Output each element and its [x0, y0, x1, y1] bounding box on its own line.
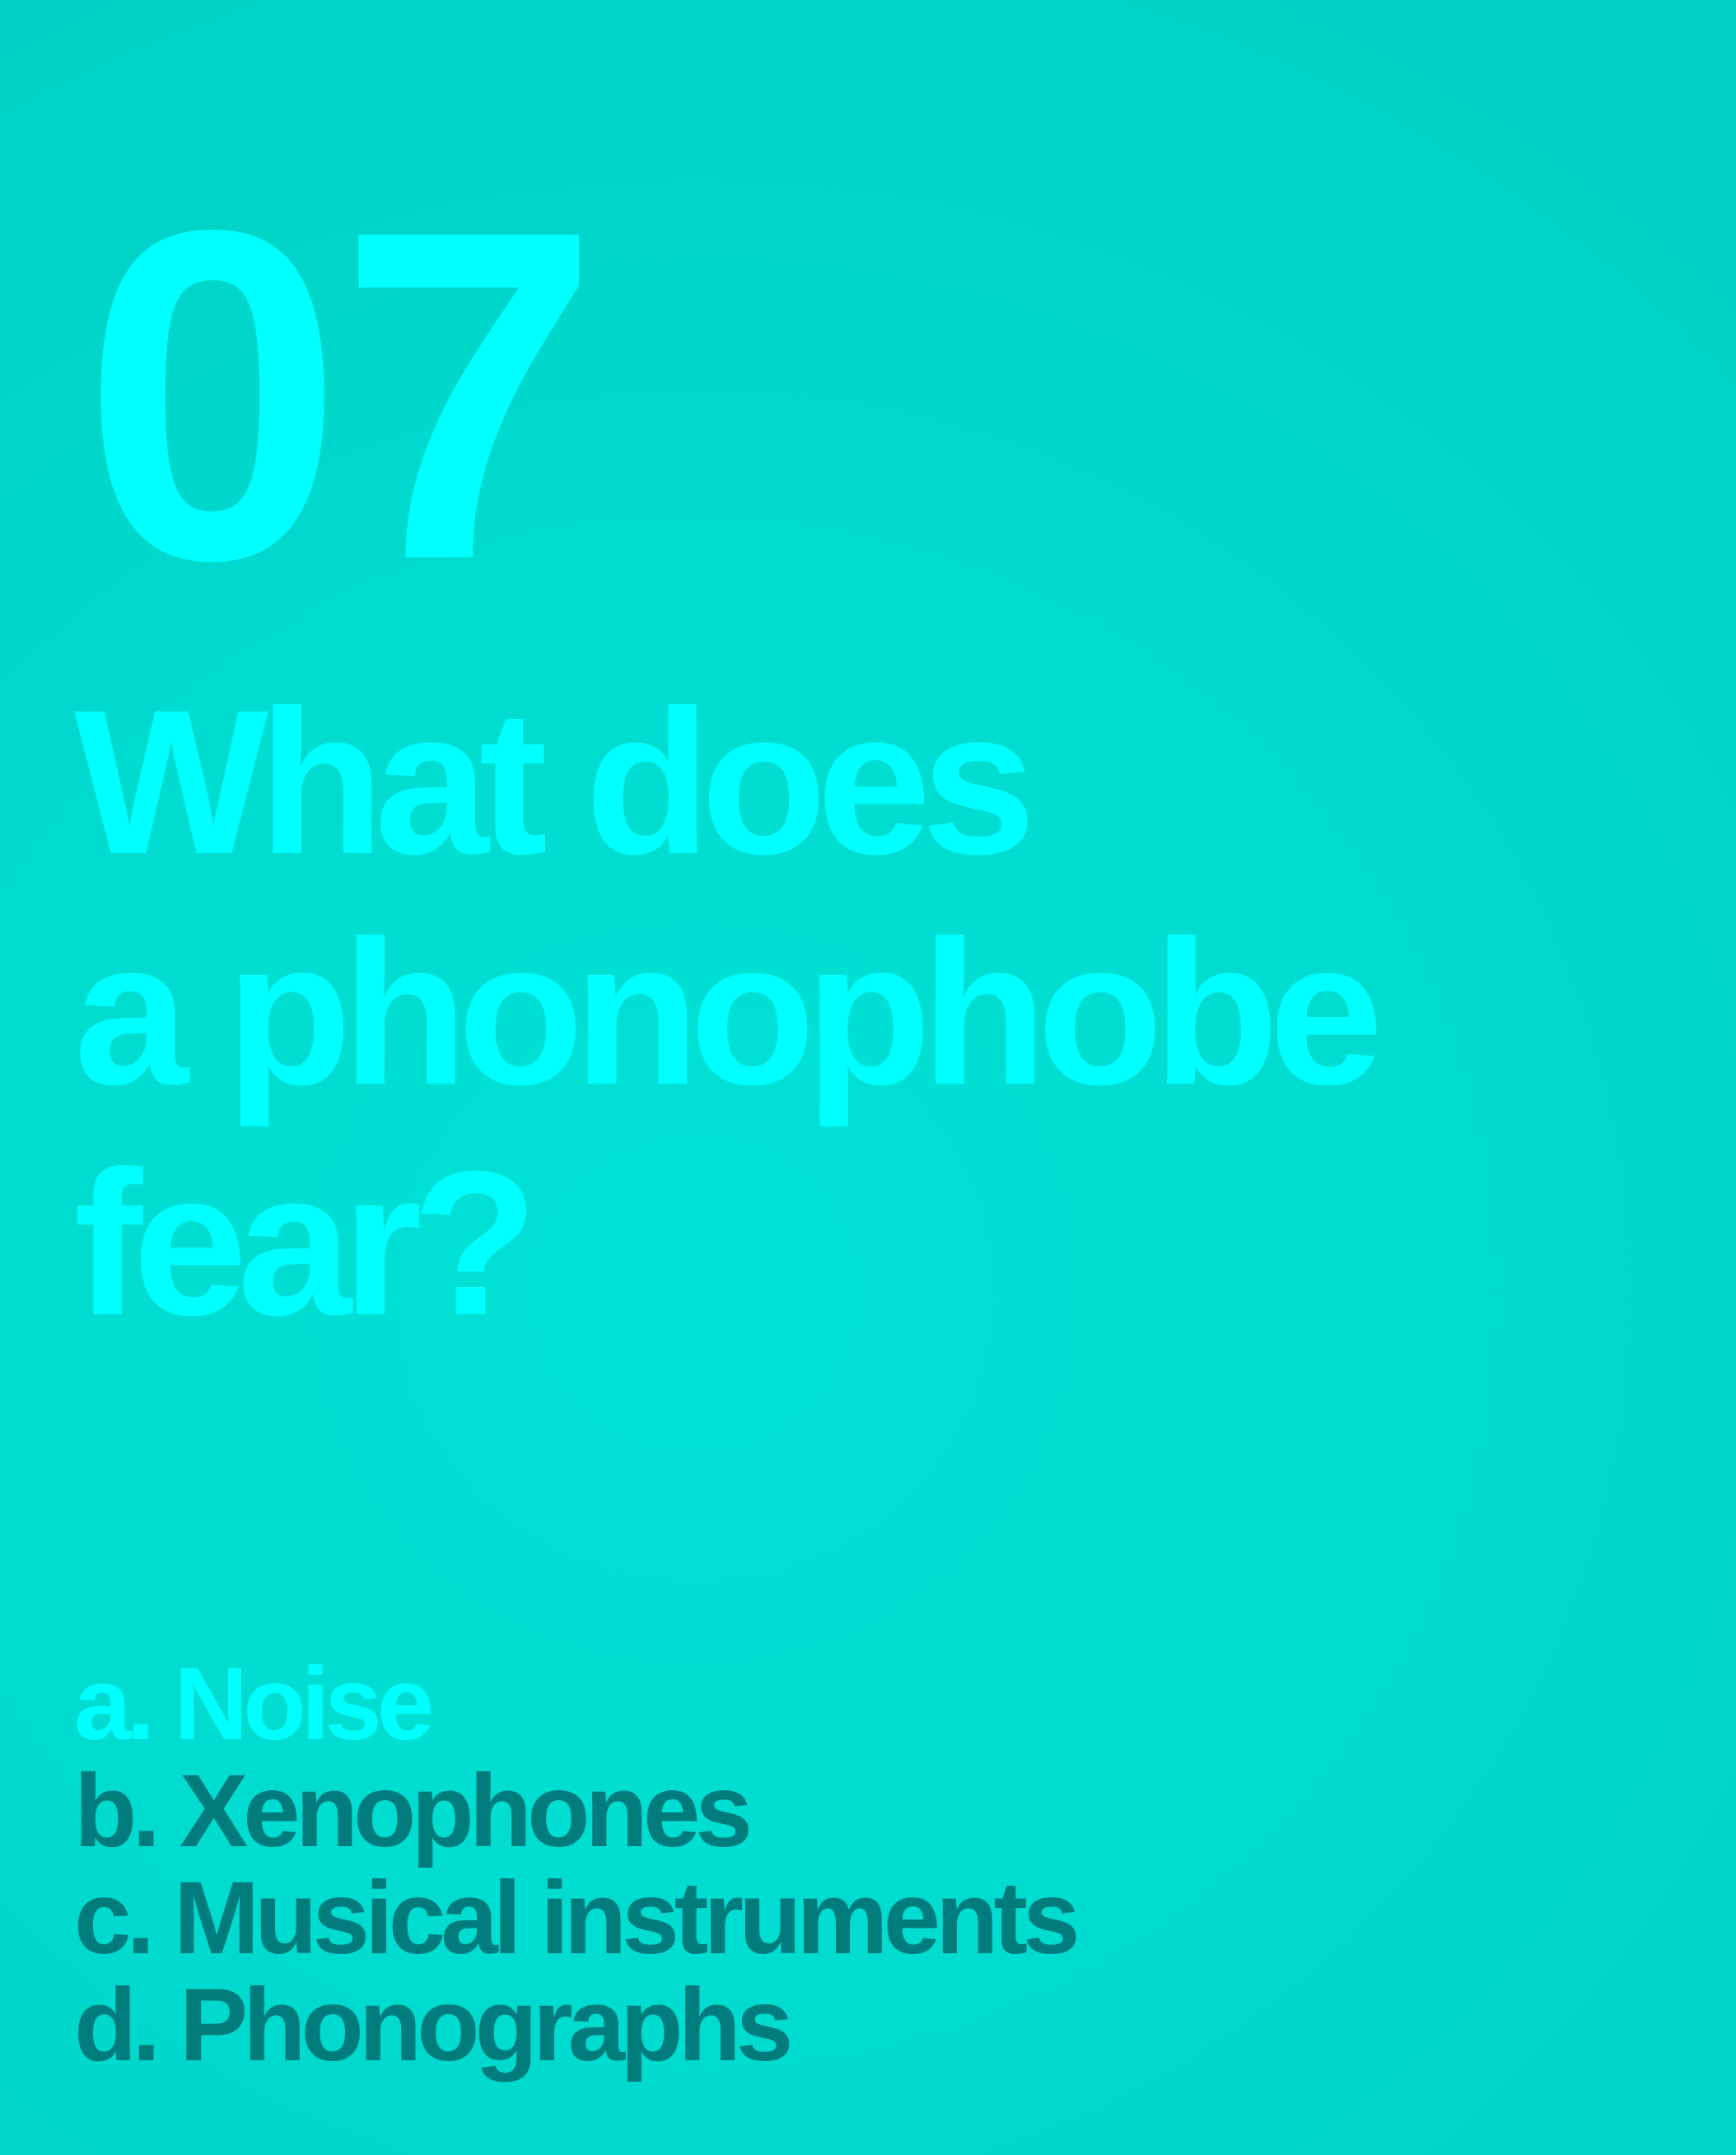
question-line: What does — [74, 667, 1036, 897]
question-line: a phonophobe — [74, 898, 1384, 1127]
answer-option-b[interactable]: b. Xenophones — [74, 1758, 1076, 1865]
answer-list: a. Noise b. Xenophones c. Musical instru… — [74, 1651, 1080, 2079]
question-number: 07 — [82, 133, 600, 657]
answer-option-d[interactable]: d. Phonographs — [74, 1972, 1076, 2079]
question-line: fear? — [74, 1128, 538, 1358]
answer-option-a[interactable]: a. Noise — [74, 1651, 1076, 1758]
question-text: What does a phonophobe fear? — [74, 667, 1384, 1359]
answer-option-c[interactable]: c. Musical instruments — [74, 1865, 1080, 1972]
